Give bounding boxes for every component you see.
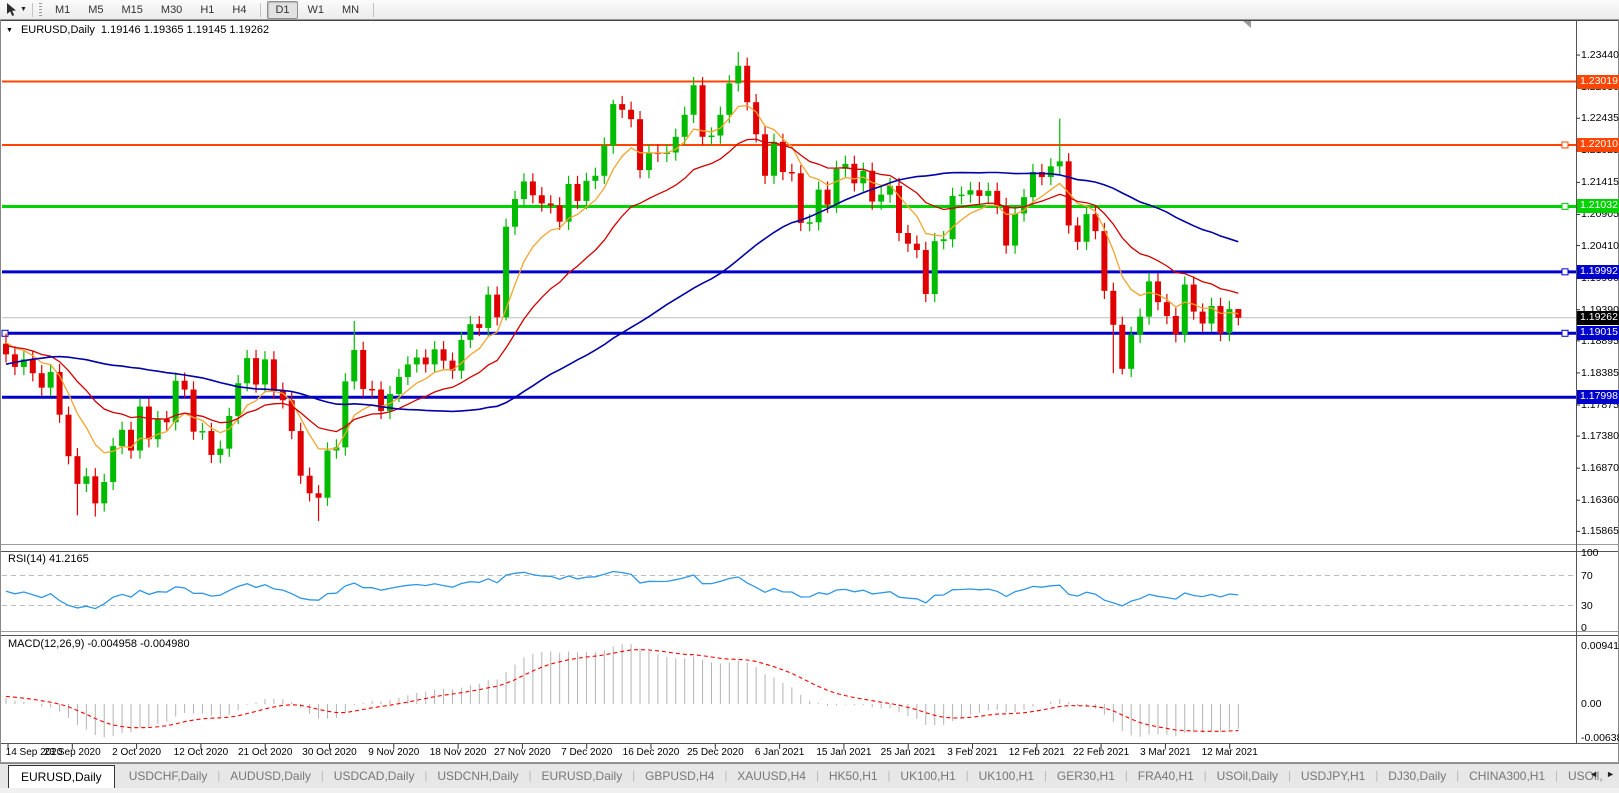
macd-level-label: 0.00 xyxy=(1581,698,1601,710)
date-tick-label: 7 Dec 2020 xyxy=(561,747,612,758)
line-handle[interactable] xyxy=(1562,269,1568,275)
date-tick-label: 25 Dec 2020 xyxy=(687,747,744,758)
date-tick-label: 6 Jan 2021 xyxy=(755,747,805,758)
macd-indicator-label: MACD(12,26,9) -0.004958 -0.004980 xyxy=(8,638,190,650)
chart-title: ▼ EURUSD,Daily 1.19146 1.19365 1.19145 1… xyxy=(6,24,269,36)
price-tick-label: 1.15865 xyxy=(1581,525,1619,537)
rsi-level-label: 30 xyxy=(1581,600,1593,612)
mt4-terminal: { "toolbar": { "cursor_tool": "cursor-po… xyxy=(0,0,1619,793)
tab-dj30-daily[interactable]: DJ30,Daily xyxy=(1378,769,1456,783)
tab-usdcnh-daily[interactable]: USDCNH,Daily xyxy=(427,769,528,783)
tab-fra40-h1[interactable]: FRA40,H1 xyxy=(1128,769,1204,783)
macd-level-label: 0.009412 xyxy=(1581,640,1619,652)
price-tick-label: 1.20410 xyxy=(1581,240,1619,252)
tab-audusd-daily[interactable]: AUDUSD,Daily xyxy=(220,769,321,783)
price-level-badge: 1.19015 xyxy=(1577,326,1619,340)
current-price-badge: 1.19262 xyxy=(1577,311,1619,325)
tab-china300-h1[interactable]: CHINA300,H1 xyxy=(1459,769,1555,783)
tab-xauusd-h4[interactable]: XAUUSD,H4 xyxy=(727,769,816,783)
date-tick-label: 16 Dec 2020 xyxy=(623,747,680,758)
rsi-level-label: 100 xyxy=(1581,547,1599,559)
price-tick-label: 1.17380 xyxy=(1581,430,1619,442)
line-handle[interactable] xyxy=(1562,203,1568,209)
line-handle[interactable] xyxy=(1562,330,1568,336)
price-level-badge: 1.17998 xyxy=(1577,390,1619,404)
price-tick-label: 1.18385 xyxy=(1581,367,1619,379)
tab-eurusd-daily[interactable]: EURUSD,Daily xyxy=(532,769,633,783)
price-tick-label: 1.16870 xyxy=(1581,462,1619,474)
tab-uk100-h1[interactable]: UK100,H1 xyxy=(890,769,965,783)
tab-scroll-left-icon[interactable]: ◄ xyxy=(1589,769,1598,779)
price-tick-label: 1.22435 xyxy=(1581,112,1619,124)
chart-tabbar: EURUSD,DailyUSDCHF,Daily|AUDUSD,Daily|US… xyxy=(0,763,1619,788)
price-level-badge: 1.22010 xyxy=(1577,138,1619,152)
status-strip xyxy=(0,788,1619,793)
date-tick-label: 27 Nov 2020 xyxy=(494,747,551,758)
date-tick-label: 12 Feb 2021 xyxy=(1009,747,1065,758)
date-tick-label: 18 Nov 2020 xyxy=(430,747,487,758)
tab-usdjpy-h1[interactable]: USDJPY,H1 xyxy=(1291,769,1375,783)
macd-values: -0.004958 -0.004980 xyxy=(87,638,189,650)
price-tick-label: 1.16360 xyxy=(1581,494,1619,506)
date-tick-label: 12 Mar 2021 xyxy=(1202,747,1258,758)
chart-symbol-period: EURUSD,Daily xyxy=(21,24,95,36)
tab-hk50-h1[interactable]: HK50,H1 xyxy=(819,769,888,783)
tab-usdcad-daily[interactable]: USDCAD,Daily xyxy=(324,769,425,783)
price-tick-label: 1.23440 xyxy=(1581,49,1619,61)
price-chart-canvas[interactable] xyxy=(0,0,1619,793)
price-level-badge: 1.19992 xyxy=(1577,265,1619,279)
date-tick-label: 22 Feb 2021 xyxy=(1073,747,1129,758)
line-handle[interactable] xyxy=(2,330,8,336)
rsi-level-label: 70 xyxy=(1581,570,1593,582)
rsi-level-label: 0 xyxy=(1581,622,1587,634)
date-tick-label: 9 Nov 2020 xyxy=(368,747,419,758)
tab-eurusd-daily[interactable]: EURUSD,Daily xyxy=(8,765,115,788)
rsi-value: 41.2165 xyxy=(49,553,89,565)
date-tick-label: 2 Oct 2020 xyxy=(112,747,161,758)
tab-usoil-daily[interactable]: USOil,Daily xyxy=(1207,769,1288,783)
date-tick-label: 30 Oct 2020 xyxy=(302,747,356,758)
macd-name: MACD(12,26,9) xyxy=(8,638,84,650)
price-level-badge: 1.23019 xyxy=(1577,75,1619,89)
tab-usdchf-daily[interactable]: USDCHF,Daily xyxy=(119,769,218,783)
price-level-badge: 1.21032 xyxy=(1577,199,1619,213)
date-tick-label: 3 Mar 2021 xyxy=(1140,747,1191,758)
tab-scroll-right-icon[interactable]: ► xyxy=(1606,769,1615,779)
tab-ger30-h1[interactable]: GER30,H1 xyxy=(1047,769,1125,783)
date-tick-label: 3 Feb 2021 xyxy=(947,747,998,758)
rsi-name: RSI(14) xyxy=(8,553,46,565)
rsi-indicator-label: RSI(14) 41.2165 xyxy=(8,553,89,565)
date-tick-label: 25 Jan 2021 xyxy=(881,747,936,758)
line-handle[interactable] xyxy=(1562,142,1568,148)
price-tick-label: 1.21415 xyxy=(1581,176,1619,188)
collapse-triangle-icon: ▼ xyxy=(6,27,13,34)
tab-scroll-controls: ◄ ► xyxy=(1589,769,1615,779)
tab-gbpusd-h4[interactable]: GBPUSD,H4 xyxy=(635,769,724,783)
date-tick-label: 12 Oct 2020 xyxy=(174,747,228,758)
date-tick-label: 15 Jan 2021 xyxy=(816,747,871,758)
chart-ohlc-quote: 1.19146 1.19365 1.19145 1.19262 xyxy=(101,24,269,36)
date-tick-label: 21 Oct 2020 xyxy=(238,747,292,758)
tab-uk100-h1[interactable]: UK100,H1 xyxy=(969,769,1044,783)
macd-level-label: -0.006386 xyxy=(1581,732,1619,744)
date-tick-label: 23 Sep 2020 xyxy=(44,747,101,758)
